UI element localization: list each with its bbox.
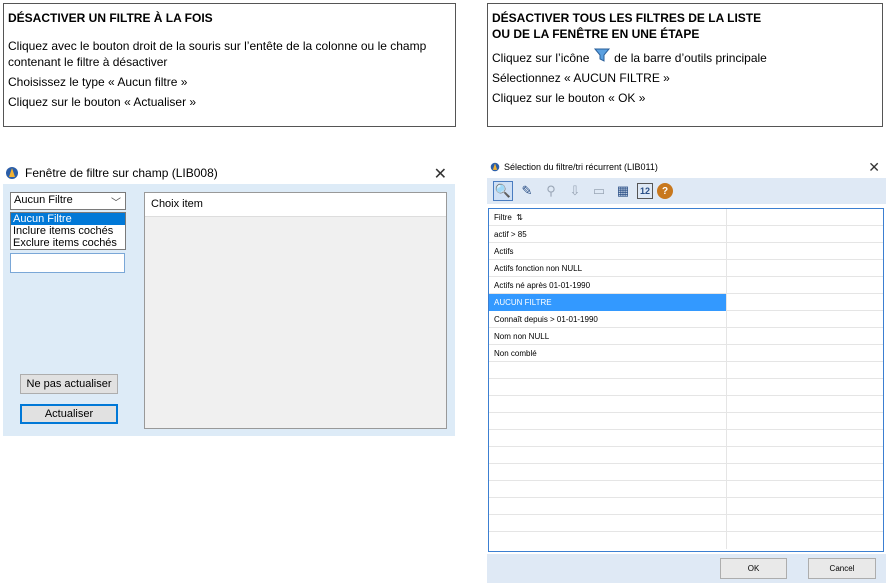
table-row-empty [489, 379, 883, 396]
table-row-empty [489, 447, 883, 464]
instruction-line: Cliquez avec le bouton droit de la souri… [8, 39, 427, 53]
table-row-empty [489, 532, 883, 549]
table-row-empty [489, 498, 883, 515]
instruction-line: Cliquez sur l’icône de la barre d’outils… [492, 46, 878, 66]
table-row[interactable]: Nom non NULL [489, 328, 883, 345]
choice-item-header: Choix item [145, 193, 446, 217]
table-row-empty [489, 430, 883, 447]
help-icon[interactable]: ? [657, 183, 673, 199]
instruction-title: OU DE LA FENÊTRE EN UNE ÉTAPE [492, 27, 700, 41]
dialog-title: Sélection du filtre/tri récurrent (LIB01… [504, 162, 658, 172]
select-filter-icon[interactable]: 🔍 [493, 181, 513, 201]
cancel-button[interactable]: Cancel [808, 558, 876, 579]
chevron-down-icon: ﹀ [111, 198, 121, 209]
instruction-line: contenant le filtre à désactiver [8, 55, 168, 69]
update-button[interactable]: Actualiser [20, 404, 118, 424]
table-row[interactable]: Actifs [489, 243, 883, 260]
table-row-empty [489, 362, 883, 379]
dropdown-option-none[interactable]: Aucun Filtre [11, 213, 125, 225]
table-row[interactable]: Actifs né après 01-01-1990 [489, 277, 883, 294]
instruction-line: Choisissez le type « Aucun filtre » [8, 75, 188, 89]
edit-filter-icon[interactable]: ✎ [517, 181, 537, 201]
instruction-line: Cliquez sur le bouton « Actualiser » [8, 95, 197, 109]
filter-type-select[interactable]: Aucun Filtre ﹀ [10, 192, 126, 210]
funnel-icon [593, 48, 610, 62]
dialog-body: Aucun Filtre ﹀ Aucun Filtre Inclure item… [3, 184, 455, 436]
instruction-line: Cliquez sur le bouton « OK » [492, 91, 646, 105]
table-row-empty [489, 481, 883, 498]
dialog-title: Fenêtre de filtre sur champ (LIB008) [25, 166, 218, 180]
instruction-box-single: DÉSACTIVER UN FILTRE À LA FOIS Cliquez a… [3, 3, 456, 127]
instruction-title: DÉSACTIVER TOUS LES FILTRES DE LA LISTE [492, 11, 762, 25]
table-row[interactable]: Connaît depuis > 01-01-1990 [489, 311, 883, 328]
table-row[interactable]: Non comblé [489, 345, 883, 362]
import-filter-icon[interactable]: ⇩ [565, 181, 585, 201]
recurring-filter-dialog: Sélection du filtre/tri récurrent (LIB01… [487, 158, 886, 583]
table-row-empty [489, 464, 883, 481]
close-icon[interactable]: ✕ [434, 164, 447, 184]
choice-item-list[interactable]: Choix item [144, 192, 447, 429]
ok-button[interactable]: OK [720, 558, 787, 579]
dialog-toolbar: 🔍 ✎ ⚲ ⇩ ▭ ▦ 12 ? [487, 178, 886, 204]
add-filter-icon[interactable]: ⚲ [541, 181, 561, 201]
instruction-title: DÉSACTIVER UN FILTRE À LA FOIS [8, 11, 213, 25]
field-filter-dialog: Fenêtre de filtre sur champ (LIB008) ✕ A… [3, 160, 455, 436]
filter-type-dropdown: Aucun Filtre Inclure items cochés Exclur… [10, 212, 126, 250]
dialog-footer: OK Cancel [487, 554, 886, 583]
instruction-line: Sélectionnez « AUCUN FILTRE » [492, 71, 670, 85]
table-row-empty [489, 515, 883, 532]
table-row-selected[interactable]: AUCUN FILTRE [489, 294, 883, 311]
dialog-titlebar: Fenêtre de filtre sur champ (LIB008) [3, 160, 455, 186]
app-logo-icon [490, 162, 500, 172]
table-row-empty [489, 413, 883, 430]
no-update-button[interactable]: Ne pas actualiser [20, 374, 118, 394]
dialog-titlebar: Sélection du filtre/tri récurrent (LIB01… [487, 158, 886, 176]
export-filter-icon[interactable]: ▭ [589, 181, 609, 201]
filter-grid[interactable]: Filtre ⇅ actif > 85 Actifs Actifs foncti… [488, 208, 884, 552]
table-row[interactable]: actif > 85 [489, 226, 883, 243]
app-logo-icon [6, 167, 18, 179]
calendar-icon[interactable]: 12 [637, 183, 653, 199]
dropdown-option-exclude[interactable]: Exclure items cochés [11, 237, 125, 249]
table-row-empty [489, 396, 883, 413]
close-icon[interactable]: ✕ [868, 159, 880, 176]
dropdown-option-include[interactable]: Inclure items cochés [11, 225, 125, 237]
table-row[interactable]: Actifs fonction non NULL [489, 260, 883, 277]
calculator-icon[interactable]: ▦ [613, 181, 633, 201]
instruction-box-all: DÉSACTIVER TOUS LES FILTRES DE LA LISTE … [487, 3, 883, 127]
grid-header[interactable]: Filtre ⇅ [489, 209, 883, 226]
filter-value-input[interactable] [10, 253, 125, 273]
sort-icon: ⇅ [516, 213, 523, 222]
